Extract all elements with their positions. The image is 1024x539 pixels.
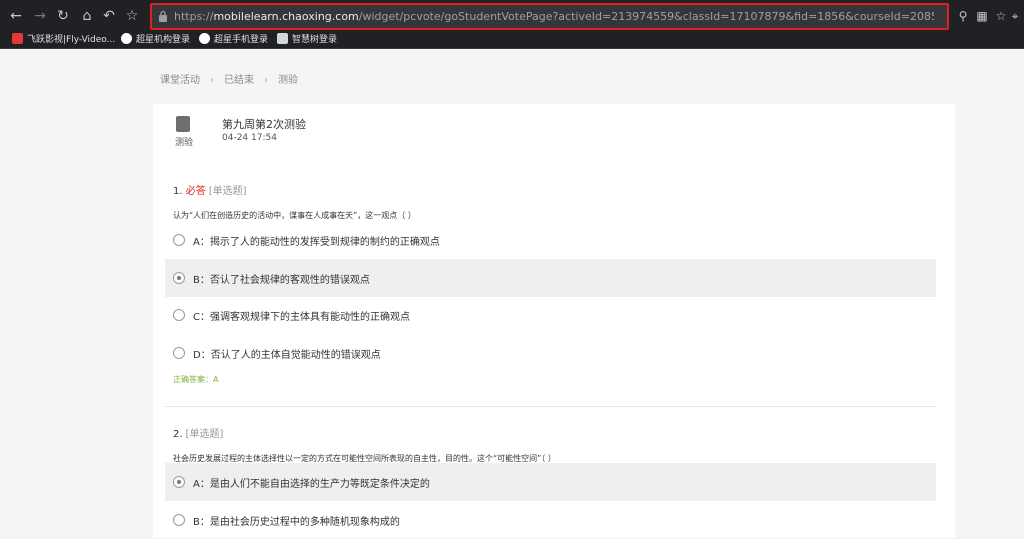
radio-button[interactable]	[173, 234, 185, 246]
quiz-time: 04-24 17:54	[222, 133, 277, 143]
bookmark-item[interactable]: 超星手机登录	[199, 33, 268, 48]
radio-button[interactable]	[173, 347, 185, 359]
home-icon[interactable]: ⌂	[77, 6, 97, 26]
qr-code-icon[interactable]: ▦	[973, 7, 991, 25]
correct-answer: 正确答案：A	[173, 375, 219, 384]
option-label: B：否认了社会规律的客观性的错误观点	[193, 275, 370, 286]
question-number: 2.	[173, 429, 183, 440]
option-label: D：否认了人的主体自觉能动性的错误观点	[193, 350, 381, 361]
quiz-card: 测验 第九周第2次测验 04-24 17:54 1. 必答 [单选题] 认为“人们…	[153, 104, 955, 538]
breadcrumb-item[interactable]: 课堂活动	[160, 75, 200, 86]
back-icon[interactable]: ←	[6, 6, 26, 26]
quiz-title: 第九周第2次测验	[222, 118, 306, 131]
bookmark-item[interactable]: 智慧树登录	[277, 33, 337, 48]
forward-icon[interactable]: →	[30, 6, 50, 26]
undo-icon[interactable]: ↶	[99, 6, 119, 26]
option-a[interactable]: A：揭示了人的能动性的发挥受到规律的制约的正确观点	[165, 221, 936, 259]
radio-button[interactable]	[173, 309, 185, 321]
quiz-icon	[176, 116, 190, 132]
required-label: 必答	[185, 186, 206, 197]
crop-icon[interactable]: ⌖	[1006, 7, 1024, 25]
reload-icon[interactable]: ↻	[53, 6, 73, 26]
url-text: https://mobilelearn.chaoxing.com/widget/…	[174, 10, 934, 23]
option-d[interactable]: D：否认了人的主体自觉能动性的错误观点	[165, 334, 936, 372]
lock-icon	[159, 10, 167, 22]
breadcrumb-item: 测验	[278, 75, 298, 86]
chevron-right-icon: ›	[264, 75, 268, 86]
video-icon	[12, 33, 23, 44]
question-header: 1. 必答 [单选题]	[173, 182, 247, 197]
bookmarks-bar: 飞跃影视|Fly-Video... 超星机构登录 超星手机登录 智慧树登录	[0, 32, 1024, 49]
divider	[165, 406, 936, 407]
question-stem: 认为“人们在创造历史的活动中，谋事在人成事在天”，这一观点（ ）	[173, 211, 416, 220]
bookmark-item[interactable]: 超星机构登录	[121, 33, 190, 48]
option-label: B：是由社会历史过程中的多种随机现象构成的	[193, 517, 400, 528]
radio-button[interactable]	[173, 272, 185, 284]
option-c[interactable]: C：强调客观规律下的主体具有能动性的正确观点	[165, 296, 936, 334]
option-b[interactable]: B：否认了社会规律的客观性的错误观点	[165, 259, 936, 297]
browser-toolbar: ← → ↻ ⌂ ↶ ☆ https://mobilelearn.chaoxing…	[0, 0, 1024, 32]
radio-button[interactable]	[173, 514, 185, 526]
option-label: A：揭示了人的能动性的发挥受到规律的制约的正确观点	[193, 237, 440, 248]
question-number: 1.	[173, 186, 183, 197]
question-type: [单选题]	[185, 429, 224, 440]
option-a[interactable]: A：是由人们不能自由选择的生产力等既定条件决定的	[165, 463, 936, 501]
address-bar[interactable]: https://mobilelearn.chaoxing.com/widget/…	[150, 3, 949, 30]
star-icon[interactable]: ☆	[122, 6, 142, 26]
question-type: [单选题]	[208, 186, 247, 197]
site-icon	[277, 33, 288, 44]
globe-icon	[121, 33, 132, 44]
question-header: 2. [单选题]	[173, 425, 223, 440]
bookmark-item[interactable]: 飞跃影视|Fly-Video...	[12, 33, 115, 48]
quiz-icon-label: 测验	[174, 138, 193, 148]
option-label: C：强调客观规律下的主体具有能动性的正确观点	[193, 312, 410, 323]
breadcrumb-item[interactable]: 已结束	[224, 75, 254, 86]
globe-icon	[199, 33, 210, 44]
radio-button[interactable]	[173, 476, 185, 488]
chevron-right-icon: ›	[210, 75, 214, 86]
breadcrumb: 课堂活动 › 已结束 › 测验	[160, 71, 298, 86]
search-icon[interactable]: ⚲	[954, 7, 972, 25]
option-b[interactable]: B：是由社会历史过程中的多种随机现象构成的	[165, 501, 936, 539]
option-label: A：是由人们不能自由选择的生产力等既定条件决定的	[193, 479, 430, 490]
